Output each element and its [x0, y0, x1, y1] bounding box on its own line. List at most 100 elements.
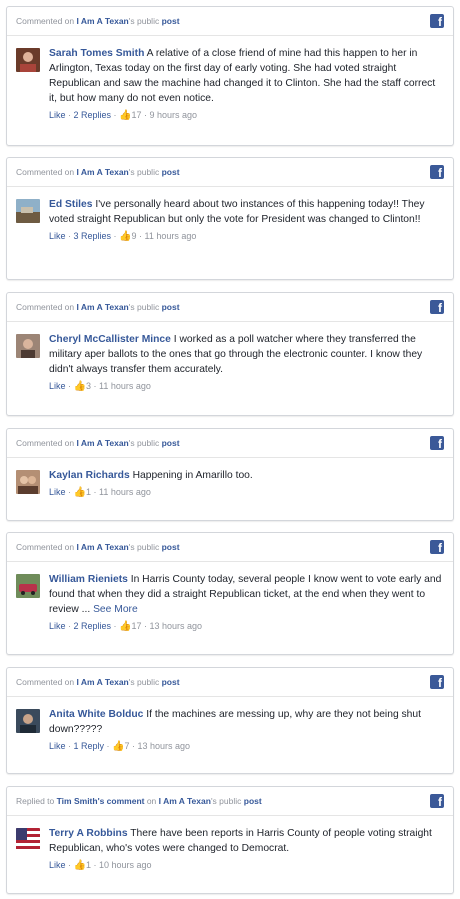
user-avatar[interactable] [16, 48, 40, 72]
timestamp[interactable]: 13 hours ago [150, 621, 203, 631]
header-suffix: 's public [128, 438, 162, 448]
replies-link[interactable]: 3 Replies [74, 231, 112, 241]
card-header: Commented on I Am A Texan's public post … [7, 429, 453, 458]
post-link[interactable]: post [162, 302, 180, 312]
author-name[interactable]: Ed Stiles [49, 199, 93, 210]
comment-meta: Like · 1 Reply · 👍7 · 13 hours ago [49, 741, 191, 752]
user-avatar[interactable] [16, 574, 40, 598]
facebook-icon[interactable]: f [430, 14, 444, 29]
card-header: Commented on I Am A Texan's public post … [7, 158, 453, 187]
comment-body: Anita White Bolduc If the machines are m… [7, 697, 453, 761]
thumbs-up-icon: 👍 [119, 110, 132, 121]
header-prefix: Commented on [16, 167, 77, 177]
header-prefix: Commented on [16, 302, 77, 312]
like-count: 17 [131, 621, 142, 631]
thumbs-up-icon: 👍 [73, 860, 86, 871]
page-link[interactable]: I Am A Texan [159, 796, 211, 806]
post-link[interactable]: post [162, 16, 180, 26]
card-header: Commented on I Am A Texan's public post … [7, 7, 453, 36]
thumbs-up-icon: 👍 [73, 381, 86, 392]
page-link[interactable]: I Am A Texan [76, 438, 128, 448]
author-name[interactable]: William Rieniets [49, 574, 128, 585]
like-link[interactable]: Like [49, 381, 66, 391]
comment-text: Sarah Tomes Smith A relative of a close … [49, 46, 444, 106]
facebook-icon[interactable]: f [430, 165, 444, 180]
like-link[interactable]: Like [49, 621, 66, 631]
replies-link[interactable]: 2 Replies [74, 621, 112, 631]
comment-card: Commented on I Am A Texan's public post … [6, 157, 454, 280]
comment-body: Kaylan Richards Happening in Amarillo to… [7, 458, 453, 507]
header-prefix: Commented on [16, 438, 77, 448]
timestamp[interactable]: 11 hours ago [145, 231, 197, 241]
comment-text: Anita White Bolduc If the machines are m… [49, 707, 444, 737]
post-link[interactable]: post [162, 542, 180, 552]
author-name[interactable]: Terry A Robbins [49, 828, 128, 839]
comment-text: Cheryl McCallister Mince I worked as a p… [49, 332, 444, 377]
header-prefix: Replied to [16, 796, 57, 806]
page-link[interactable]: I Am A Texan [76, 167, 128, 177]
like-link[interactable]: Like [49, 860, 66, 870]
like-count: 9 [131, 231, 137, 241]
like-link[interactable]: Like [49, 487, 66, 497]
user-avatar[interactable] [16, 828, 40, 852]
replies-link[interactable]: 2 Replies [74, 110, 112, 120]
see-more-link[interactable]: See More [93, 604, 138, 615]
comment-body: Terry A Robbins There have been reports … [7, 816, 453, 880]
facebook-icon[interactable]: f [430, 675, 444, 690]
header-suffix: 's public [128, 542, 162, 552]
user-avatar[interactable] [16, 709, 40, 733]
comment-meta: Like · 2 Replies · 👍17 · 13 hours ago [49, 621, 203, 632]
header-suffix: 's public [210, 796, 244, 806]
thumbs-up-icon: 👍 [119, 621, 132, 632]
replies-link[interactable]: 1 Reply [74, 741, 105, 751]
post-link[interactable]: post [162, 167, 180, 177]
thumbs-up-icon: 👍 [73, 487, 86, 498]
facebook-icon[interactable]: f [430, 436, 444, 451]
timestamp[interactable]: 10 hours ago [99, 860, 152, 870]
header-suffix: 's public [128, 167, 162, 177]
author-name[interactable]: Cheryl McCallister Mince [49, 334, 171, 345]
card-header: Replied to Tim Smith's comment on I Am A… [7, 787, 453, 816]
like-count: 1 [85, 487, 91, 497]
facebook-icon[interactable]: f [430, 540, 444, 555]
author-name[interactable]: Kaylan Richards [49, 470, 130, 481]
timestamp[interactable]: 13 hours ago [138, 741, 191, 751]
comment-message: Happening in Amarillo too. [129, 470, 253, 481]
timestamp[interactable]: 11 hours ago [99, 381, 151, 391]
post-link[interactable]: post [162, 438, 180, 448]
comment-body: William Rieniets In Harris County today,… [7, 562, 453, 641]
like-link[interactable]: Like [49, 741, 66, 751]
like-link[interactable]: Like [49, 231, 66, 241]
facebook-icon[interactable]: f [430, 794, 444, 809]
comment-card: Commented on I Am A Texan's public post … [6, 428, 454, 521]
comment-meta: Like · 3 Replies · 👍9 · 11 hours ago [49, 231, 197, 242]
page-link[interactable]: I Am A Texan [76, 16, 128, 26]
facebook-icon[interactable]: f [430, 300, 444, 315]
comment-card: Commented on I Am A Texan's public post … [6, 667, 454, 774]
comment-meta: Like · 👍1 · 10 hours ago [49, 860, 152, 871]
page-link[interactable]: I Am A Texan [76, 677, 128, 687]
comment-message: I've personally heard about two instance… [49, 199, 425, 225]
user-avatar[interactable] [16, 334, 40, 358]
post-link[interactable]: post [162, 677, 180, 687]
reply-to-link[interactable]: Tim Smith's comment [57, 796, 145, 806]
comment-text: William Rieniets In Harris County today,… [49, 572, 444, 617]
header-prefix: Commented on [16, 677, 77, 687]
author-name[interactable]: Sarah Tomes Smith [49, 48, 144, 59]
thumbs-up-icon: 👍 [119, 231, 132, 242]
post-link[interactable]: post [244, 796, 262, 806]
timestamp[interactable]: 11 hours ago [99, 487, 151, 497]
page-link[interactable]: I Am A Texan [76, 542, 128, 552]
comment-text: Terry A Robbins There have been reports … [49, 826, 444, 856]
like-count: 3 [85, 381, 91, 391]
user-avatar[interactable] [16, 470, 40, 494]
header-suffix: 's public [128, 677, 162, 687]
comment-text: Kaylan Richards Happening in Amarillo to… [49, 468, 444, 483]
card-header: Commented on I Am A Texan's public post … [7, 293, 453, 322]
user-avatar[interactable] [16, 199, 40, 223]
timestamp[interactable]: 9 hours ago [150, 110, 198, 120]
author-name[interactable]: Anita White Bolduc [49, 709, 143, 720]
card-header: Commented on I Am A Texan's public post … [7, 533, 453, 562]
page-link[interactable]: I Am A Texan [76, 302, 128, 312]
like-link[interactable]: Like [49, 110, 66, 120]
